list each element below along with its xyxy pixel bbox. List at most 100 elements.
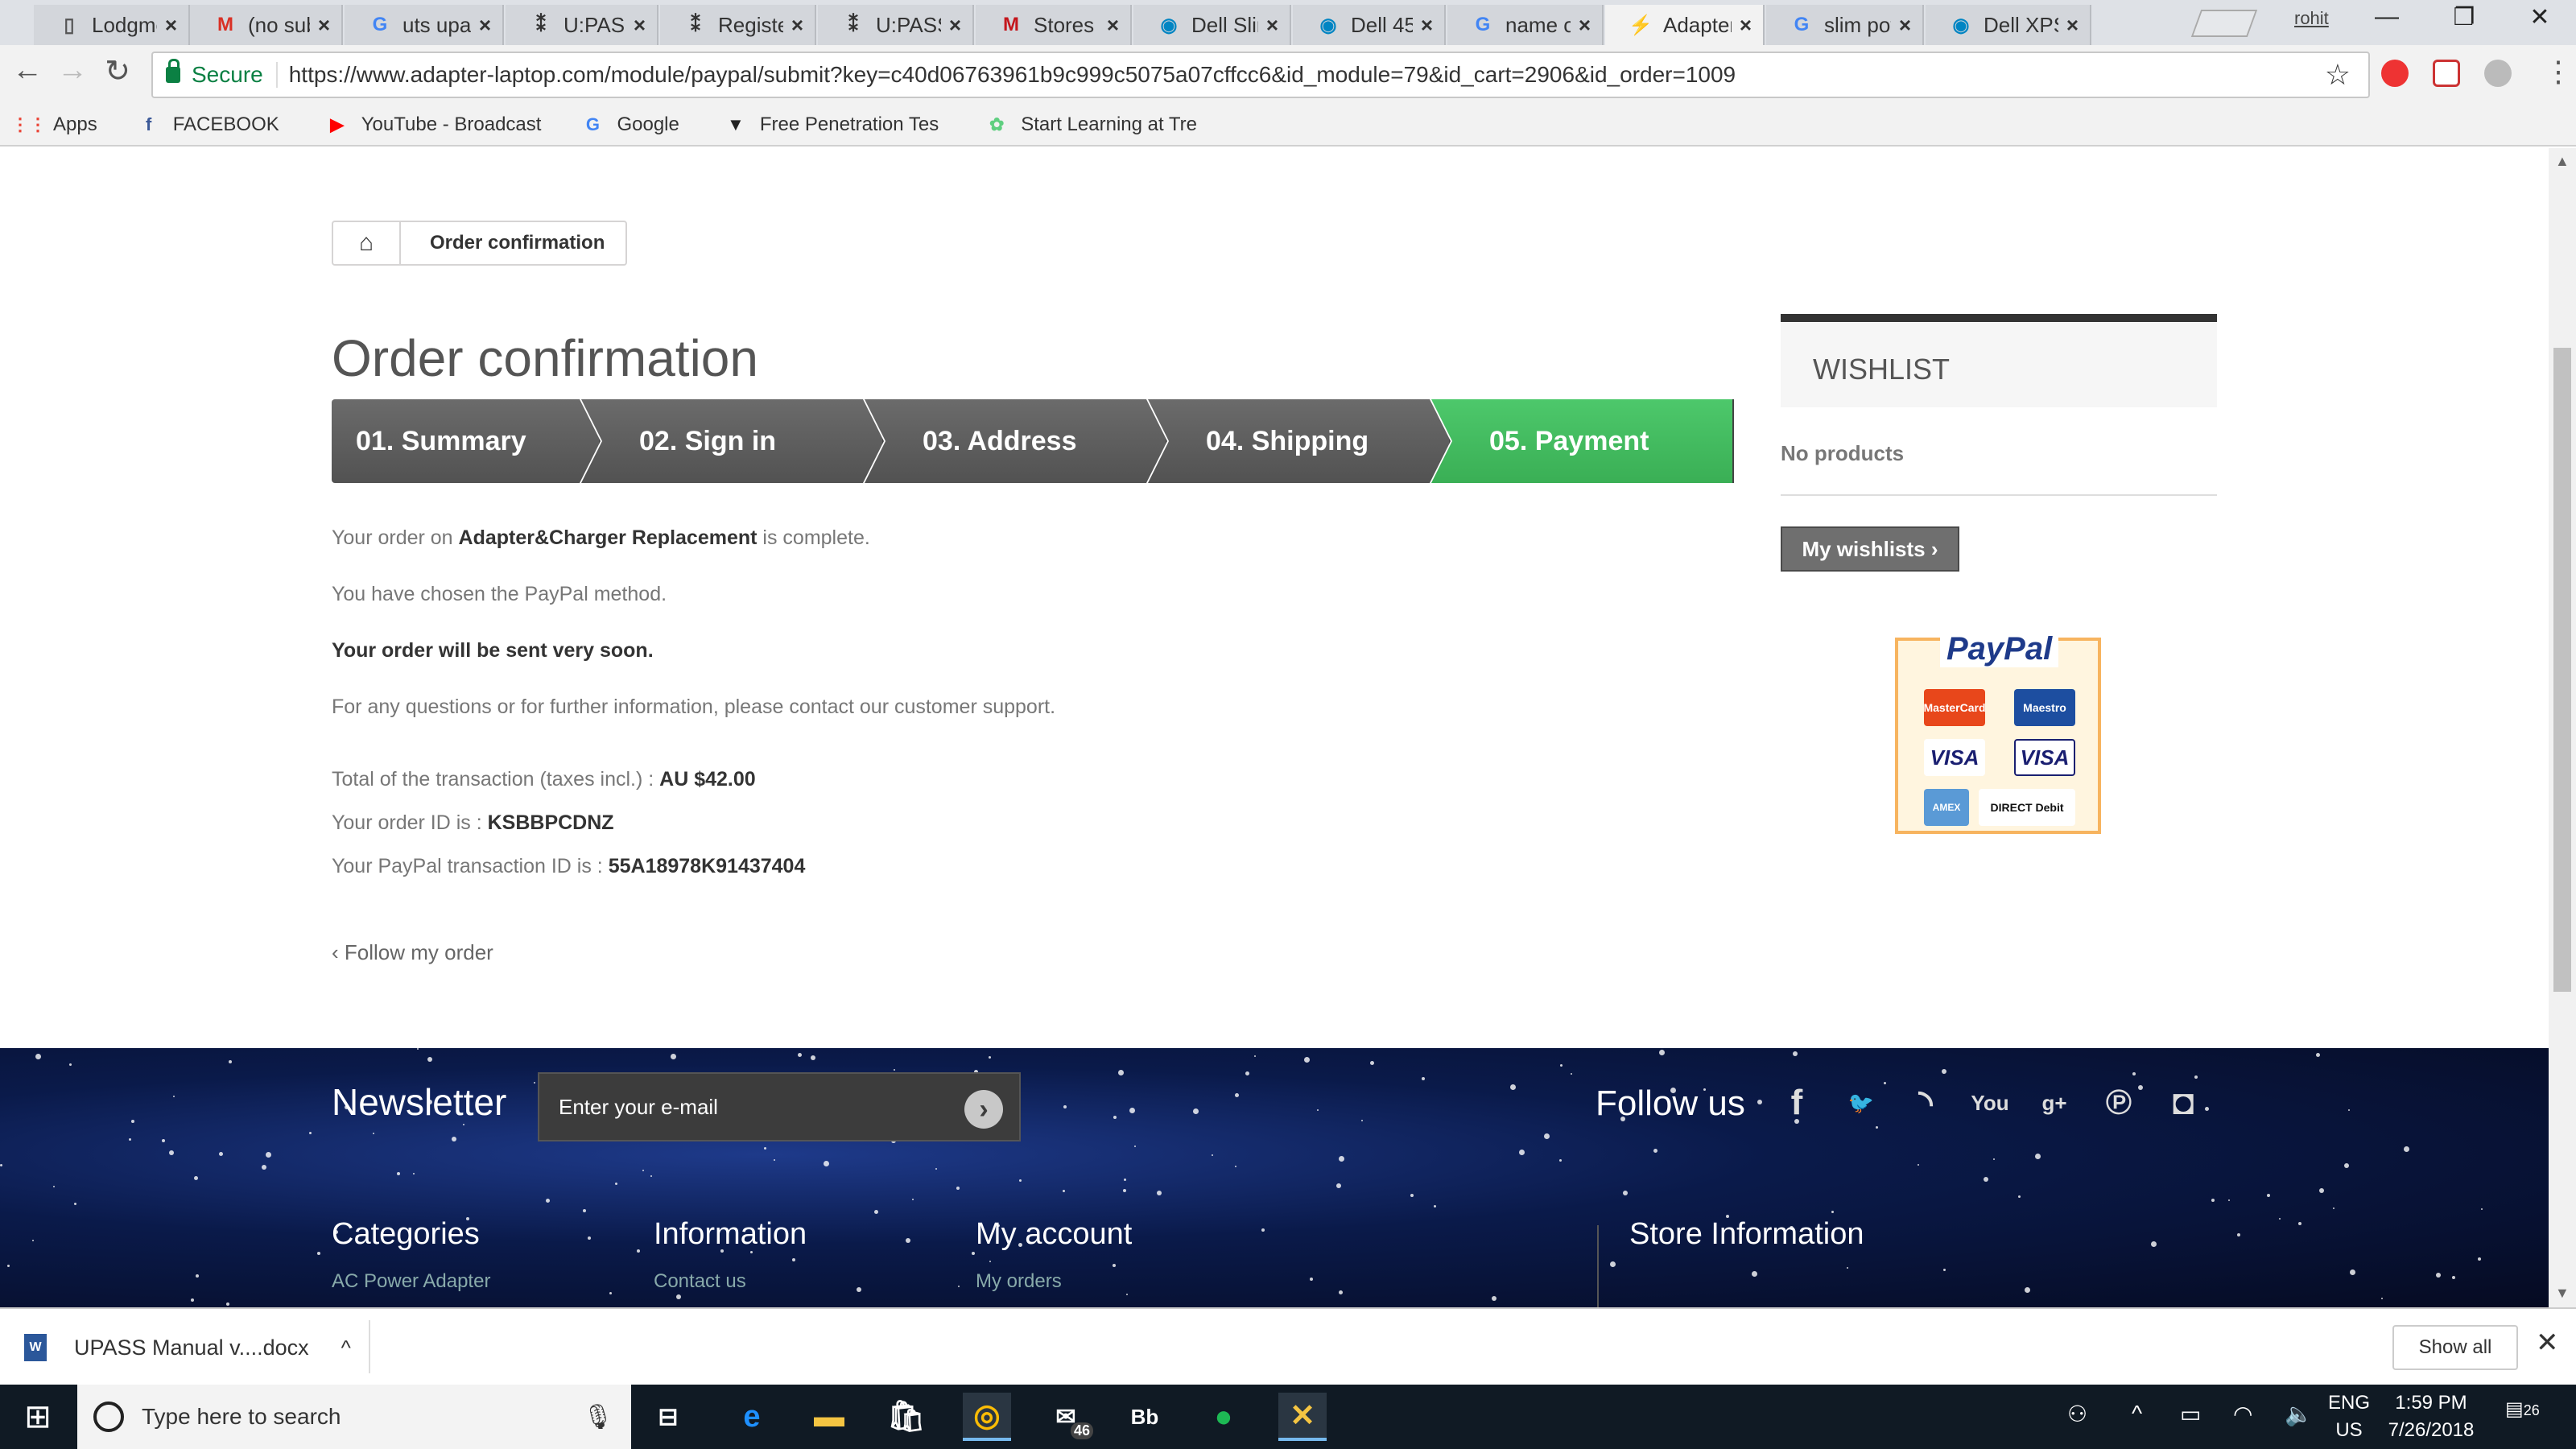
close-tab-icon[interactable]: ×: [1266, 13, 1278, 38]
chevron-up-icon[interactable]: ^: [2132, 1401, 2142, 1426]
minimize-button[interactable]: —: [2351, 3, 2423, 31]
close-tab-icon[interactable]: ×: [318, 13, 330, 38]
wifi-icon[interactable]: ◠: [2233, 1401, 2252, 1427]
google-plus-icon[interactable]: g+: [2030, 1079, 2079, 1127]
twitter-icon[interactable]: 🐦: [1837, 1079, 1885, 1127]
blackboard-icon[interactable]: Bb: [1121, 1393, 1169, 1441]
footer-star-decoration: [2316, 1053, 2320, 1057]
store-icon[interactable]: 🛍: [882, 1393, 931, 1441]
close-tab-icon[interactable]: ×: [1421, 13, 1433, 38]
browser-tab[interactable]: Gslim pov ×: [1766, 5, 1924, 45]
taskbar-search-input[interactable]: Type here to search 🎙: [77, 1385, 631, 1449]
bookmark-star-icon[interactable]: ☆: [2325, 58, 2351, 92]
order-step[interactable]: 01. Summary: [332, 399, 601, 483]
browser-tab[interactable]: ◉ Dell 45- ×: [1293, 5, 1446, 45]
order-step[interactable]: 04. Shipping: [1148, 399, 1451, 483]
volume-icon[interactable]: 🔈: [2285, 1401, 2313, 1427]
chrome-icon[interactable]: ◎: [963, 1393, 1011, 1441]
microphone-icon[interactable]: 🎙: [583, 1403, 613, 1431]
page-scrollbar[interactable]: ▲ ▼: [2549, 148, 2576, 1307]
close-tab-icon[interactable]: ×: [1107, 13, 1119, 38]
footer-categories-link[interactable]: AC Power Adapter: [332, 1270, 490, 1293]
youtube-icon: ▶: [330, 114, 345, 134]
instagram-icon[interactable]: ◘: [2159, 1079, 2207, 1127]
bookmark-item[interactable]: ✿ Start Learning at Tre: [985, 114, 1197, 136]
extension-pocket-icon[interactable]: [2433, 60, 2460, 87]
file-explorer-icon[interactable]: ▬: [805, 1393, 853, 1441]
scroll-down-icon[interactable]: ▼: [2555, 1285, 2570, 1302]
browser-tab[interactable]: ⁑ Register ×: [660, 5, 816, 45]
people-icon[interactable]: ⚇: [2067, 1401, 2087, 1427]
scrollbar-thumb[interactable]: [2553, 348, 2571, 992]
back-button[interactable]: ←: [3, 53, 52, 88]
spotify-icon[interactable]: ●: [1199, 1393, 1248, 1441]
browser-tab[interactable]: M Stores - ×: [976, 5, 1132, 45]
bookmark-item[interactable]: ▶ YouTube - Broadcast: [326, 114, 541, 136]
bookmark-item[interactable]: G Google: [581, 114, 679, 136]
app-x-icon[interactable]: ✕: [1278, 1393, 1327, 1441]
close-tab-icon[interactable]: ×: [1579, 13, 1591, 38]
close-tab-icon[interactable]: ×: [479, 13, 491, 38]
url-text[interactable]: https://www.adapter-laptop.com/module/pa…: [289, 62, 1736, 88]
youtube-icon[interactable]: You: [1966, 1079, 2014, 1127]
browser-tab[interactable]: ⁑ U:PASS ×: [506, 5, 658, 45]
edge-icon[interactable]: e: [728, 1393, 776, 1441]
order-step[interactable]: 02. Sign in: [581, 399, 884, 483]
mail-icon[interactable]: ✉ 46: [1042, 1393, 1093, 1441]
google-icon: G: [585, 114, 601, 134]
close-tab-icon[interactable]: ×: [165, 13, 177, 38]
footer-star-decoration: [2025, 1287, 2030, 1293]
browser-tab[interactable]: ⚡ Adapter ×: [1605, 5, 1765, 45]
notification-center-icon[interactable]: ▤26: [2505, 1397, 2540, 1421]
task-view-icon[interactable]: ⊟: [644, 1393, 692, 1441]
bookmark-item[interactable]: ⋮⋮ Apps: [11, 114, 97, 136]
footer-information-link[interactable]: Contact us: [654, 1270, 746, 1293]
show-all-button[interactable]: Show all: [2392, 1325, 2518, 1370]
maximize-button[interactable]: ❐: [2428, 3, 2500, 31]
close-tab-icon[interactable]: ×: [634, 13, 646, 38]
facebook-icon[interactable]: f: [1773, 1079, 1821, 1127]
extension-adblock-icon[interactable]: [2381, 60, 2409, 87]
close-tab-icon[interactable]: ×: [949, 13, 961, 38]
close-tab-icon[interactable]: ×: [1740, 13, 1752, 38]
language-indicator[interactable]: ENG US: [2328, 1389, 2370, 1444]
chrome-menu-icon[interactable]: ⋮: [2544, 55, 2573, 89]
browser-tab[interactable]: Gname of ×: [1447, 5, 1604, 45]
address-bar[interactable]: Secure https://www.adapter-laptop.com/mo…: [151, 52, 2370, 98]
wishlist-empty: No products: [1781, 441, 1905, 465]
battery-icon[interactable]: ▭: [2180, 1401, 2201, 1427]
windows-start-icon[interactable]: ⊞: [0, 1385, 76, 1449]
browser-tab[interactable]: ◉ Dell XPS ×: [1926, 5, 2091, 45]
close-window-button[interactable]: ✕: [2504, 3, 2576, 31]
browser-tab[interactable]: ▯ Lodgme ×: [34, 5, 190, 45]
forward-button[interactable]: →: [48, 53, 97, 88]
browser-toolbar: ← → ↻ Secure https://www.adapter-laptop.…: [0, 45, 2576, 105]
close-tab-icon[interactable]: ×: [2066, 13, 2079, 38]
reload-button[interactable]: ↻: [93, 53, 142, 89]
profile-button[interactable]: rohit: [2294, 8, 2329, 29]
download-item[interactable]: W UPASS Manual v....docx ^: [24, 1323, 351, 1372]
browser-tab[interactable]: Guts upas ×: [345, 5, 504, 45]
chevron-up-icon[interactable]: ^: [341, 1335, 351, 1360]
bookmark-item[interactable]: f FACEBOOK: [138, 114, 279, 136]
footer-account-link[interactable]: My orders: [976, 1270, 1062, 1293]
close-tab-icon[interactable]: ×: [1899, 13, 1911, 38]
pinterest-icon[interactable]: ℗: [2095, 1079, 2143, 1127]
browser-tab[interactable]: M (no subj ×: [190, 5, 343, 45]
browser-tab[interactable]: ◉ Dell Slim ×: [1133, 5, 1291, 45]
new-tab-button[interactable]: [2190, 10, 2258, 37]
bookmark-item[interactable]: ▼ Free Penetration Tes: [724, 114, 939, 136]
newsletter-email-input[interactable]: Enter your e-mail ›: [538, 1072, 1021, 1141]
rss-icon[interactable]: ◝: [1901, 1079, 1950, 1127]
extension-shield-icon[interactable]: [2484, 60, 2512, 87]
my-wishlists-button[interactable]: My wishlists ›: [1781, 526, 1959, 572]
newsletter-submit-icon[interactable]: ›: [964, 1090, 1003, 1129]
system-clock[interactable]: 1:59 PM 7/26/2018: [2367, 1389, 2496, 1444]
browser-tab[interactable]: ⁑ U:PASS ×: [818, 5, 974, 45]
close-tab-icon[interactable]: ×: [791, 13, 803, 38]
scroll-up-icon[interactable]: ▲: [2555, 153, 2570, 170]
follow-order-link[interactable]: ‹ Follow my order: [332, 940, 493, 965]
close-download-bar-icon[interactable]: ✕: [2536, 1327, 2559, 1359]
home-icon[interactable]: ⌂: [333, 222, 401, 264]
order-step[interactable]: 03. Address: [865, 399, 1167, 483]
